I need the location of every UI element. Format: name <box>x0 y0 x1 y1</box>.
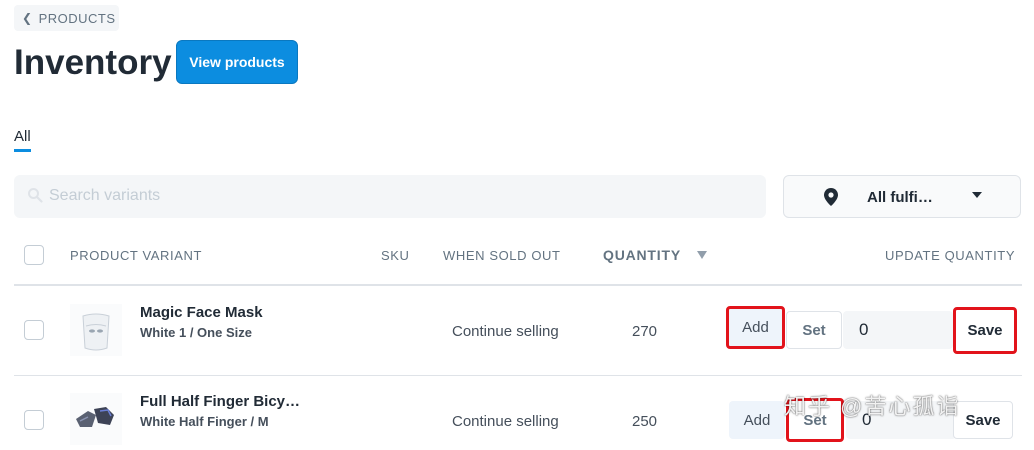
location-pin-icon <box>824 188 838 206</box>
column-when-sold-out: WHEN SOLD OUT <box>443 248 561 263</box>
search-placeholder: Search variants <box>49 187 161 204</box>
product-name[interactable]: Full Half Finger Bicy… <box>140 393 300 410</box>
update-quantity-input[interactable]: 0 <box>843 311 953 349</box>
when-sold-out-value: Continue selling <box>452 323 559 340</box>
save-button[interactable]: Save <box>953 307 1017 354</box>
caret-down-icon <box>972 192 982 198</box>
row-divider <box>14 375 1022 376</box>
gloves-image <box>70 393 122 445</box>
sort-caret-icon[interactable] <box>697 251 707 259</box>
location-filter-select[interactable]: All fulfi… <box>783 175 1021 218</box>
tab-all[interactable]: All <box>14 128 31 152</box>
breadcrumb-label: PRODUCTS <box>38 10 116 26</box>
column-update-quantity: UPDATE QUANTITY <box>885 248 1016 263</box>
product-name[interactable]: Magic Face Mask <box>140 304 263 321</box>
location-filter-label: All fulfi… <box>867 189 933 206</box>
page-title: Inventory <box>14 43 172 82</box>
quantity-value: 270 <box>632 323 658 340</box>
header-divider <box>14 284 1022 286</box>
chevron-left-icon: ❮ <box>22 11 33 25</box>
set-quantity-button[interactable]: Set <box>786 311 842 349</box>
row-checkbox[interactable] <box>24 320 44 340</box>
variant-name: White 1 / One Size <box>140 325 252 340</box>
search-input[interactable]: Search variants <box>14 175 766 218</box>
product-thumbnail[interactable] <box>70 304 122 356</box>
breadcrumb-products[interactable]: ❮ PRODUCTS <box>14 5 119 31</box>
row-checkbox[interactable] <box>24 410 44 430</box>
search-icon <box>28 188 43 203</box>
add-quantity-button[interactable]: Add <box>729 401 785 439</box>
watermark-text: 知乎 @苦心孤诣 <box>784 394 961 419</box>
select-all-checkbox[interactable] <box>24 245 44 265</box>
quantity-value: 250 <box>632 413 658 430</box>
view-products-button[interactable]: View products <box>176 40 298 84</box>
variant-name: White Half Finger / M <box>140 414 269 429</box>
product-thumbnail[interactable] <box>70 393 122 445</box>
save-button[interactable]: Save <box>953 401 1013 439</box>
column-product-variant: PRODUCT VARIANT <box>70 248 203 263</box>
add-quantity-button[interactable]: Add <box>726 306 785 349</box>
column-quantity-sort[interactable]: QUANTITY <box>603 247 681 263</box>
when-sold-out-value: Continue selling <box>452 413 559 430</box>
column-sku: SKU <box>381 248 410 263</box>
face-mask-image <box>70 304 122 356</box>
